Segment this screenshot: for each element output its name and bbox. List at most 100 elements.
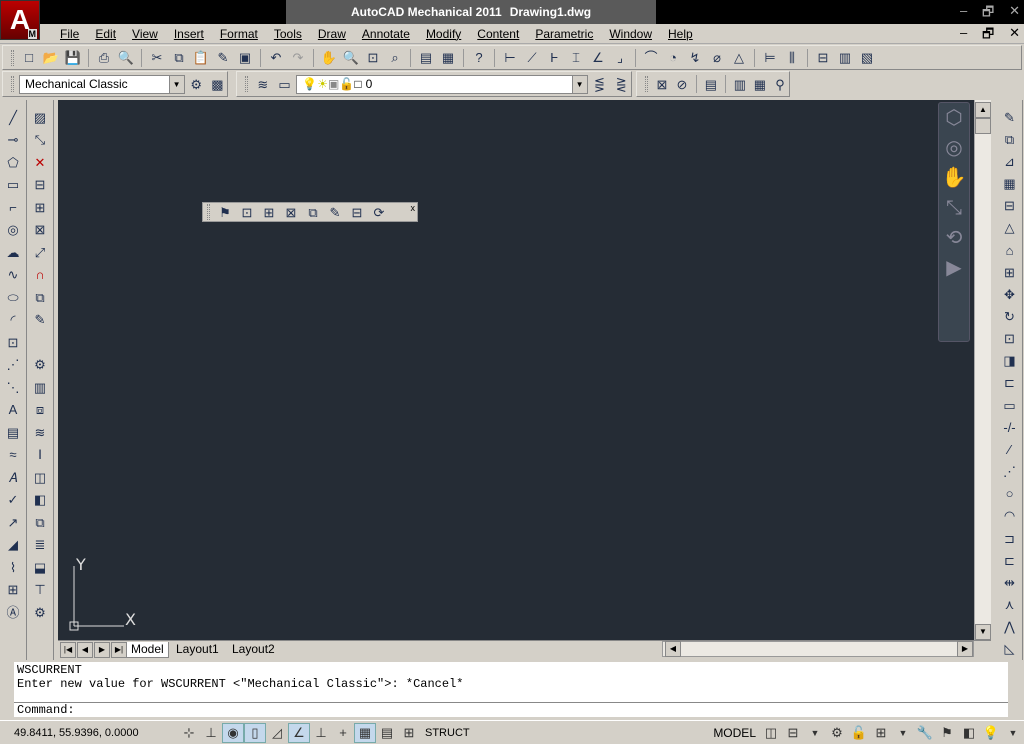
break-icon[interactable]: ◨ <box>1000 350 1020 372</box>
erase-icon[interactable]: ✎ <box>1000 106 1020 128</box>
gear-icon[interactable]: ⚙ <box>30 354 50 377</box>
block-editor-icon[interactable]: ▣ <box>235 49 255 67</box>
menu-content[interactable]: Content <box>469 27 527 41</box>
dimension-icon[interactable]: ⋰ <box>1000 461 1020 483</box>
toolbar-grip[interactable] <box>11 49 14 66</box>
dropdown-arrow-icon[interactable]: ▼ <box>804 723 826 743</box>
view-refresh-icon[interactable]: ⟳ <box>369 203 389 221</box>
scroll-down-icon[interactable]: ▼ <box>975 624 991 640</box>
menu-tools[interactable]: Tools <box>266 27 310 41</box>
vertex-icon[interactable]: ⋀ <box>1000 616 1020 638</box>
dim-break-icon[interactable]: ▧ <box>857 49 877 67</box>
layer-group-icon[interactable]: ▤ <box>702 75 720 93</box>
rotate-icon[interactable]: ⌂ <box>1000 239 1020 261</box>
scale-icon[interactable]: ⊞ <box>1000 261 1020 283</box>
calculator-icon[interactable]: ▦ <box>438 49 458 67</box>
tools-icon[interactable]: 🔧 <box>914 723 936 743</box>
bolt-icon[interactable]: ⧈ <box>30 399 50 422</box>
multiline-text-icon[interactable]: A <box>3 399 23 422</box>
print-preview-icon[interactable]: 🔍 <box>116 49 136 67</box>
hardware-acceleration-icon[interactable]: ⊞ <box>870 723 892 743</box>
new-file-icon[interactable]: □ <box>19 49 39 67</box>
join-icon[interactable]: ⊏ <box>1000 372 1020 394</box>
text-icon[interactable]: Ⓐ <box>3 601 23 624</box>
dim-radius-icon[interactable]: ◔ <box>663 49 683 67</box>
scroll-thumb[interactable] <box>975 118 991 134</box>
view-lock-icon[interactable]: ⊡ <box>237 203 257 221</box>
toolbar-grip[interactable] <box>11 76 14 92</box>
copy-object-icon[interactable]: ⧉ <box>30 286 50 309</box>
lightbulb-icon[interactable]: 💡 <box>980 723 1002 743</box>
zoom-realtime-icon[interactable]: 🔍 <box>341 49 361 67</box>
weld-symbol-icon[interactable]: ⌇ <box>3 556 23 579</box>
ellipse-arc-icon[interactable]: ◜ <box>3 309 23 332</box>
chevron-down-icon[interactable]: ▼ <box>571 75 587 93</box>
menu-modify[interactable]: Modify <box>418 27 469 41</box>
customize-icon[interactable]: ▩ <box>208 75 227 93</box>
hatch-icon[interactable]: ⋱ <box>3 376 23 399</box>
make-current-layer-icon[interactable]: ▭ <box>275 75 295 93</box>
array-icon[interactable]: ⊠ <box>30 219 50 242</box>
extend-icon[interactable]: ⊡ <box>1000 328 1020 350</box>
toolbar-grip[interactable] <box>245 76 248 92</box>
datum-icon[interactable]: ⊞ <box>3 579 23 602</box>
drawing-canvas[interactable] <box>58 100 974 640</box>
properties-icon[interactable]: ▤ <box>416 49 436 67</box>
first-tab-icon[interactable]: |◀ <box>60 642 76 658</box>
copy-icon[interactable]: ⧉ <box>169 49 189 67</box>
revision-cloud-icon[interactable]: ≈ <box>3 444 23 467</box>
menu-insert[interactable]: Insert <box>166 27 212 41</box>
menu-parametric[interactable]: Parametric <box>527 27 601 41</box>
polar-tracking-icon[interactable]: ◿ <box>266 723 288 743</box>
lock-icon[interactable]: 🔓 <box>848 723 870 743</box>
snap-mode-icon[interactable]: ⊥ <box>200 723 222 743</box>
selection-cycling-icon[interactable]: ⊞ <box>398 723 420 743</box>
chain-icon[interactable]: ⧉ <box>30 511 50 534</box>
layer-tool-icon[interactable]: ⚲ <box>771 75 789 93</box>
cut-icon[interactable]: ✂ <box>147 49 167 67</box>
circle-icon[interactable]: ◎ <box>3 219 23 242</box>
dim-horizontal-icon[interactable]: Ⱶ <box>544 49 564 67</box>
tab-layout2[interactable]: Layout2 <box>228 642 279 658</box>
screw-icon[interactable]: ≣ <box>30 534 50 557</box>
fastener-icon[interactable]: ⬓ <box>30 556 50 579</box>
stretch-icon[interactable]: ✥ <box>1000 283 1020 305</box>
rectangle-icon[interactable]: ▭ <box>3 174 23 197</box>
doc-restore-button[interactable]: 🗗 <box>982 25 994 43</box>
spring-icon[interactable]: ≋ <box>30 421 50 444</box>
view-update-icon[interactable]: ⊠ <box>281 203 301 221</box>
leader-icon[interactable]: ↗ <box>3 511 23 534</box>
minimize-button[interactable]: – <box>960 3 967 21</box>
struct-toggle[interactable]: STRUCT <box>420 727 475 739</box>
paste-icon[interactable]: 📋 <box>191 49 211 67</box>
mirror-icon[interactable]: ⊟ <box>30 174 50 197</box>
scroll-up-icon[interactable]: ▲ <box>975 102 991 118</box>
print-icon[interactable]: ⎙ <box>94 49 114 67</box>
trim-icon[interactable]: ↻ <box>1000 305 1020 327</box>
workspace-settings-icon[interactable]: ⚙ <box>187 75 206 93</box>
dim-angle-icon[interactable]: △ <box>729 49 749 67</box>
lineweight-icon[interactable]: ▤ <box>376 723 398 743</box>
cam-icon[interactable]: ◧ <box>30 489 50 512</box>
dim-vertical-icon[interactable]: ⌶ <box>566 49 586 67</box>
check-icon[interactable]: ✓ <box>3 489 23 512</box>
fork-icon[interactable]: ⋏ <box>1000 593 1020 615</box>
open-file-icon[interactable]: 📂 <box>41 49 61 67</box>
grid-display-icon[interactable]: ◉ <box>222 722 244 743</box>
layer-move-icon[interactable]: ▥ <box>731 75 749 93</box>
dim-linear-icon[interactable]: ⊢ <box>500 49 520 67</box>
dim-arc-icon[interactable]: ⌒ <box>641 49 661 67</box>
dim-baseline-icon[interactable]: ⊨ <box>760 49 780 67</box>
zoom-icon[interactable]: ⤡ <box>939 193 969 223</box>
dim-diameter-icon[interactable]: ⌀ <box>707 49 727 67</box>
library-icon[interactable]: ⚙ <box>30 601 50 624</box>
view-attach-icon[interactable]: ⊟ <box>347 203 367 221</box>
copy-icon[interactable]: ⧉ <box>1000 128 1020 150</box>
beam-icon[interactable]: Ⅰ <box>30 444 50 467</box>
layer-state-icon[interactable]: ⋛ <box>611 75 631 93</box>
workspace-dropdown[interactable]: Mechanical Classic ▼ <box>18 74 185 94</box>
cloud-icon[interactable]: ☁ <box>3 241 23 264</box>
ellipse-icon[interactable]: ⬭ <box>3 286 23 309</box>
help-icon[interactable]: ? <box>469 49 489 67</box>
tab-layout1[interactable]: Layout1 <box>172 642 223 658</box>
